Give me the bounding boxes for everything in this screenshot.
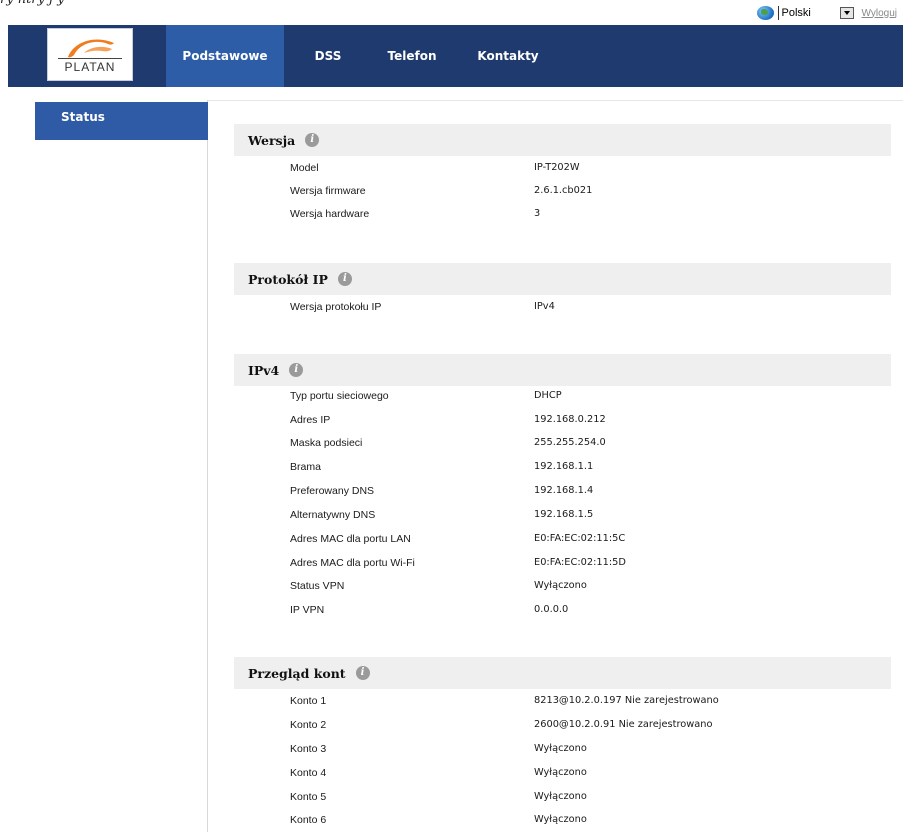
platan-logo: PLATAN [47, 28, 133, 81]
table-row: Wersja protokołu IP IPv4 [208, 299, 903, 319]
row-value: 3 [534, 208, 541, 219]
table-row: Konto 1 8213@10.2.0.197 Nie zarejestrowa… [208, 693, 903, 713]
section-title: Wersja [248, 133, 296, 148]
tab-dss[interactable]: DSS [302, 25, 354, 87]
table-row: Adres MAC dla portu LAN E0:FA:EC:02:11:5… [208, 531, 903, 551]
logout-link[interactable]: Wyloguj [862, 8, 897, 19]
row-label: Adres IP [290, 414, 331, 426]
row-value: Wyłączono [534, 767, 587, 778]
row-label: Wersja hardware [290, 208, 370, 220]
table-row: Konto 2 2600@10.2.0.91 Nie zarejestrowan… [208, 717, 903, 737]
row-label: Konto 5 [290, 791, 327, 803]
language-area: Polski Wyloguj [756, 5, 897, 21]
row-label: Brama [290, 461, 321, 473]
row-value: Wyłączono [534, 791, 587, 802]
main-navbar: PLATAN Podstawowe DSS Telefon Kontakty [8, 25, 903, 87]
row-value: 2600@10.2.0.91 Nie zarejestrowano [534, 719, 713, 730]
row-label: Model [290, 162, 319, 174]
row-label: IP VPN [290, 604, 325, 616]
row-value: 8213@10.2.0.197 Nie zarejestrowano [534, 695, 719, 706]
row-value: 192.168.1.4 [534, 485, 594, 496]
section-title: Protokół IP [248, 272, 328, 287]
row-label: Preferowany DNS [290, 485, 375, 497]
platan-logo-swoosh-icon [68, 39, 114, 58]
info-icon[interactable]: i [305, 133, 320, 147]
globe-icon [756, 6, 774, 20]
row-value: 255.255.254.0 [534, 437, 606, 448]
sidebar-item-status[interactable]: Status [35, 102, 208, 140]
table-row: Wersja firmware 2.6.1.cb021 [208, 183, 903, 203]
row-label: Adres MAC dla portu LAN [290, 533, 411, 545]
table-row: Preferowany DNS 192.168.1.4 [208, 483, 903, 503]
row-label: Konto 3 [290, 743, 327, 755]
row-label: Konto 2 [290, 719, 327, 731]
section-header-wersja: Wersja i [234, 124, 891, 156]
section-title: Przegląd kont [248, 666, 346, 681]
section-header-protokol-ip: Protokół IP i [234, 263, 891, 295]
row-value: 192.168.1.5 [534, 509, 594, 520]
section-title: IPv4 [248, 363, 280, 378]
row-label: Wersja firmware [290, 185, 366, 197]
language-select[interactable]: Polski [777, 6, 854, 20]
row-label: Maska podsieci [290, 437, 363, 449]
section-header-ipv4: IPv4 i [234, 354, 891, 386]
row-value: 192.168.1.1 [534, 461, 594, 472]
row-label: Adres MAC dla portu Wi-Fi [290, 557, 415, 569]
table-row: Status VPN Wyłączono [208, 578, 903, 598]
table-row: Konto 5 Wyłączono [208, 789, 903, 809]
tab-kontakty[interactable]: Kontakty [464, 25, 552, 87]
table-row: IP VPN 0.0.0.0 [208, 602, 903, 622]
table-row: Model IP-T202W [208, 160, 903, 180]
sidebar: Status [35, 100, 208, 832]
tab-telefon[interactable]: Telefon [372, 25, 452, 87]
row-label: Alternatywny DNS [290, 509, 376, 521]
row-value: E0:FA:EC:02:11:5D [534, 557, 626, 568]
row-label: Konto 4 [290, 767, 327, 779]
row-label: Wersja protokołu IP [290, 301, 382, 313]
info-icon[interactable]: i [355, 666, 370, 680]
row-label: Konto 1 [290, 695, 327, 707]
table-row: Typ portu sieciowego DHCP [208, 388, 903, 408]
table-row: Konto 4 Wyłączono [208, 765, 903, 785]
window-title-fragment: ry ntry j y [0, 0, 340, 8]
row-value: Wyłączono [534, 743, 587, 754]
row-label: Status VPN [290, 580, 345, 592]
info-icon[interactable]: i [337, 272, 352, 286]
logo-text: PLATAN [58, 58, 122, 74]
dropdown-arrow-icon[interactable] [839, 7, 854, 19]
row-label: Konto 6 [290, 814, 327, 826]
row-label: Typ portu sieciowego [290, 390, 389, 402]
section-header-przeglad-kont: Przegląd kont i [234, 657, 891, 689]
row-value: 2.6.1.cb021 [534, 185, 593, 196]
row-value: Wyłączono [534, 580, 587, 591]
row-value: IPv4 [534, 301, 555, 312]
row-value: Wyłączono [534, 814, 587, 825]
row-value: E0:FA:EC:02:11:5C [534, 533, 626, 544]
table-row: Alternatywny DNS 192.168.1.5 [208, 507, 903, 527]
divider [208, 100, 903, 101]
tab-podstawowe[interactable]: Podstawowe [166, 25, 284, 87]
language-select-value: Polski [781, 7, 811, 19]
table-row: Wersja hardware 3 [208, 206, 903, 226]
row-value: DHCP [534, 390, 562, 401]
table-row: Konto 6 Wyłączono [208, 812, 903, 832]
row-value: 192.168.0.212 [534, 414, 606, 425]
row-value: 0.0.0.0 [534, 604, 569, 615]
table-row: Adres IP 192.168.0.212 [208, 412, 903, 432]
table-row: Maska podsieci 255.255.254.0 [208, 435, 903, 455]
top-bar: ry ntry j y Polski Wyloguj [0, 0, 903, 24]
table-row: Brama 192.168.1.1 [208, 459, 903, 479]
row-value: IP-T202W [534, 162, 580, 173]
table-row: Konto 3 Wyłączono [208, 741, 903, 761]
table-row: Adres MAC dla portu Wi-Fi E0:FA:EC:02:11… [208, 555, 903, 575]
info-icon[interactable]: i [289, 363, 304, 377]
